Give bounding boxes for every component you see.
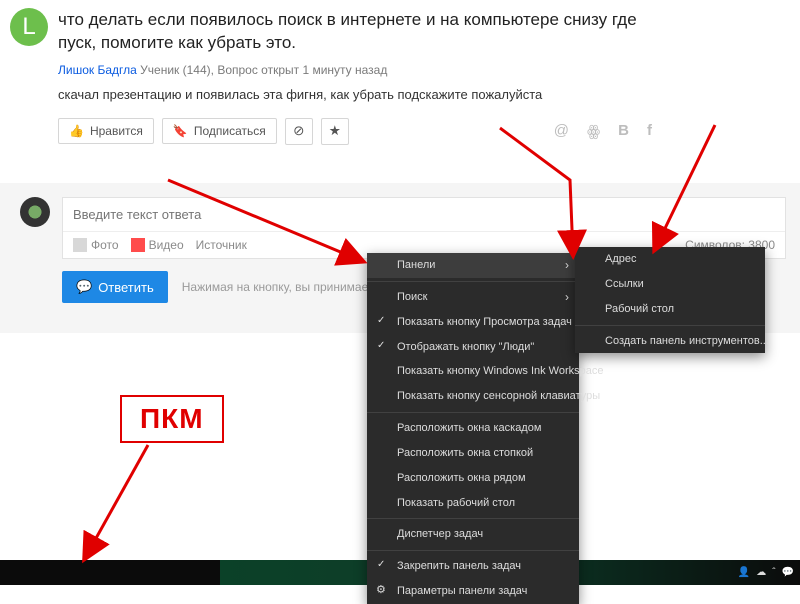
attach-photo-button[interactable]: Фото [73,238,119,252]
like-button[interactable]: 👍 Нравится [58,118,154,144]
tos-text: Нажимая на кнопку, вы принимаете ус [182,280,395,294]
question-card: L что делать если появилось поиск в инте… [0,0,670,157]
panels-submenu: Адрес Ссылки Рабочий стол Создать панель… [575,247,765,353]
like-label: Нравится [90,124,143,138]
share-mailru-icon[interactable]: @ [554,122,569,140]
submenu-item-desktop[interactable]: Рабочий стол [575,297,765,322]
menu-item-taskview[interactable]: Показать кнопку Просмотра задач [367,310,579,335]
menu-item-people[interactable]: Отображать кнопку "Люди" [367,335,579,360]
star-icon: ★ [329,123,341,139]
submit-answer-button[interactable]: 💬 Ответить [62,271,168,303]
menu-separator [367,281,579,282]
author-rank: Ученик (144) [140,63,210,77]
menu-item-search[interactable]: Поиск [367,285,579,310]
menu-item-showdesktop[interactable]: Показать рабочий стол [367,491,579,516]
favorite-button[interactable]: ★ [321,118,349,145]
share-vk-icon[interactable]: B [618,122,629,140]
tray-notification-icon[interactable]: 💬 [782,567,794,578]
subscribe-button[interactable]: 🔖 Подписаться [162,118,277,144]
menu-separator [367,550,579,551]
source-button[interactable]: Источник [196,238,247,252]
menu-item-settings[interactable]: Параметры панели задач [367,579,579,604]
photo-label: Фото [91,238,119,252]
taskbar-context-menu: Панели Поиск Показать кнопку Просмотра з… [367,253,579,604]
menu-item-touchkb[interactable]: Показать кнопку сенсорной клавиатуры [367,384,579,409]
question-avatar[interactable]: L [10,8,48,46]
menu-item-sidebyside[interactable]: Расположить окна рядом [367,466,579,491]
video-label: Видео [149,238,184,252]
attach-video-button[interactable]: Видео [131,238,184,252]
subscribe-label: Подписаться [194,124,266,138]
thumbs-up-icon: 👍 [69,124,84,138]
share-ok-icon[interactable]: ꙮ [587,122,600,140]
question-meta: Лишок Бадгла Ученик (144), Вопрос открыт… [58,63,656,77]
question-actions: 👍 Нравится 🔖 Подписаться ⊘ ★ @ ꙮ B f [58,118,656,145]
block-button[interactable]: ⊘ [285,118,313,145]
menu-item-stack[interactable]: Расположить окна стопкой [367,441,579,466]
submenu-item-links[interactable]: Ссылки [575,272,765,297]
canvas: L что делать если появилось поиск в инте… [0,0,800,585]
question-title: что делать если появилось поиск в интерн… [58,9,656,55]
block-icon: ⊘ [293,123,304,139]
share-row: @ ꙮ B f [554,122,652,140]
system-tray[interactable]: 👤 ☁ ˆ 💬 [738,560,794,585]
submenu-item-address[interactable]: Адрес [575,247,765,272]
tray-cloud-icon[interactable]: ☁ [756,567,766,578]
submit-label: Ответить [98,280,154,295]
submenu-item-newtoolbar[interactable]: Создать панель инструментов... [575,329,765,354]
author-link[interactable]: Лишок Бадгла [58,63,137,77]
menu-item-ink[interactable]: Показать кнопку Windows Ink Workspace [367,359,579,384]
annotation-pkm: ПКМ [120,395,224,443]
menu-separator [575,325,765,326]
answer-input[interactable] [63,198,785,231]
video-icon [131,238,145,252]
menu-item-cascade[interactable]: Расположить окна каскадом [367,416,579,441]
source-label: Источник [196,238,247,252]
tray-chevron-icon[interactable]: ˆ [772,567,775,578]
menu-item-panels[interactable]: Панели [367,253,579,278]
menu-separator [367,518,579,519]
tray-people-icon[interactable]: 👤 [738,567,750,578]
menu-item-taskmgr[interactable]: Диспетчер задач [367,522,579,547]
bookmark-icon: 🔖 [173,124,188,138]
share-fb-icon[interactable]: f [647,122,652,140]
menu-item-locktaskbar[interactable]: Закрепить панель задач [367,554,579,579]
menu-separator [367,412,579,413]
question-body: скачал презентацию и появилась эта фигня… [58,87,656,102]
current-user-avatar[interactable] [20,197,50,227]
chat-icon: 💬 [76,279,92,295]
photo-icon [73,238,87,252]
question-status: Вопрос открыт 1 минуту назад [217,63,387,77]
